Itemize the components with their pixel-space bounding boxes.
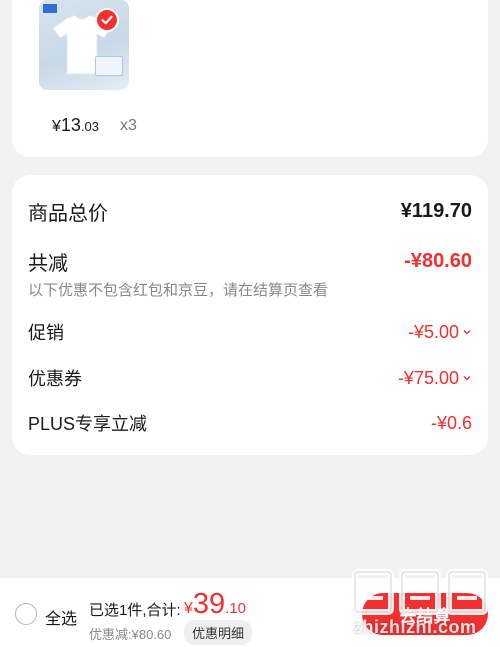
- discount-note: 以下优惠不包含红包和京豆，请在结算页查看: [28, 282, 329, 299]
- selected-check-icon[interactable]: [95, 8, 119, 32]
- goods-total-row: 商品总价 ¥119.70: [28, 197, 472, 226]
- currency-symbol: ¥: [52, 118, 61, 135]
- total-reduce-label: 共减: [28, 253, 68, 275]
- product-quantity: x3: [120, 117, 137, 134]
- total-reduce-value: -¥80.60: [404, 250, 472, 272]
- coupon-row[interactable]: 优惠券 -¥75.00: [28, 365, 472, 391]
- promo-row[interactable]: 促销 -¥5.00: [28, 319, 472, 345]
- checkout-button[interactable]: 去结算: [362, 593, 488, 635]
- selected-count-label: 已选1件,合计:: [89, 602, 181, 619]
- coupon-value[interactable]: -¥75.00: [398, 368, 472, 389]
- goods-total-label: 商品总价: [28, 203, 108, 225]
- select-all-radio[interactable]: [15, 603, 37, 625]
- promo-amount: -¥5.00: [407, 321, 459, 342]
- price-integer: 13: [60, 115, 81, 135]
- plus-reduce-row: PLUS专享立减 -¥0.6: [28, 410, 472, 436]
- plus-reduce-label: PLUS专享立减: [28, 414, 148, 434]
- promo-value[interactable]: -¥5.00: [408, 322, 472, 343]
- chevron-down-icon[interactable]: [462, 327, 472, 337]
- discount-detail-button[interactable]: 优惠明细: [184, 620, 253, 645]
- chevron-down-icon[interactable]: [462, 373, 472, 383]
- coupon-amount: -¥75.00: [397, 367, 459, 388]
- price-summary-card: 商品总价 ¥119.70 共减 -¥80.60 以下优惠不包含红包和京豆，请在结…: [12, 175, 488, 455]
- product-card[interactable]: ¥13.03 x3: [12, 0, 488, 157]
- product-tag: [95, 56, 123, 76]
- total-reduce-row: 共减 -¥80.60: [28, 247, 472, 276]
- goods-total-value: ¥119.70: [400, 200, 472, 222]
- select-all-label[interactable]: 全选: [45, 605, 77, 629]
- total-decimal: .10: [225, 600, 247, 617]
- coupon-label: 优惠券: [28, 369, 82, 389]
- checkout-bar: 全选 已选1件,合计: ¥ 39 .10 优惠减:¥80.60 优惠明细 去结算: [0, 577, 500, 647]
- product-price: ¥13.03: [52, 115, 99, 136]
- total-price: ¥ 39 .10: [184, 588, 246, 621]
- total-currency: ¥: [184, 600, 193, 617]
- plus-reduce-value: -¥0.6: [430, 412, 472, 433]
- total-integer: 39: [192, 588, 226, 620]
- price-decimal: .03: [80, 119, 100, 134]
- discount-summary: 优惠减:¥80.60: [89, 627, 172, 642]
- promo-label: 促销: [28, 323, 64, 343]
